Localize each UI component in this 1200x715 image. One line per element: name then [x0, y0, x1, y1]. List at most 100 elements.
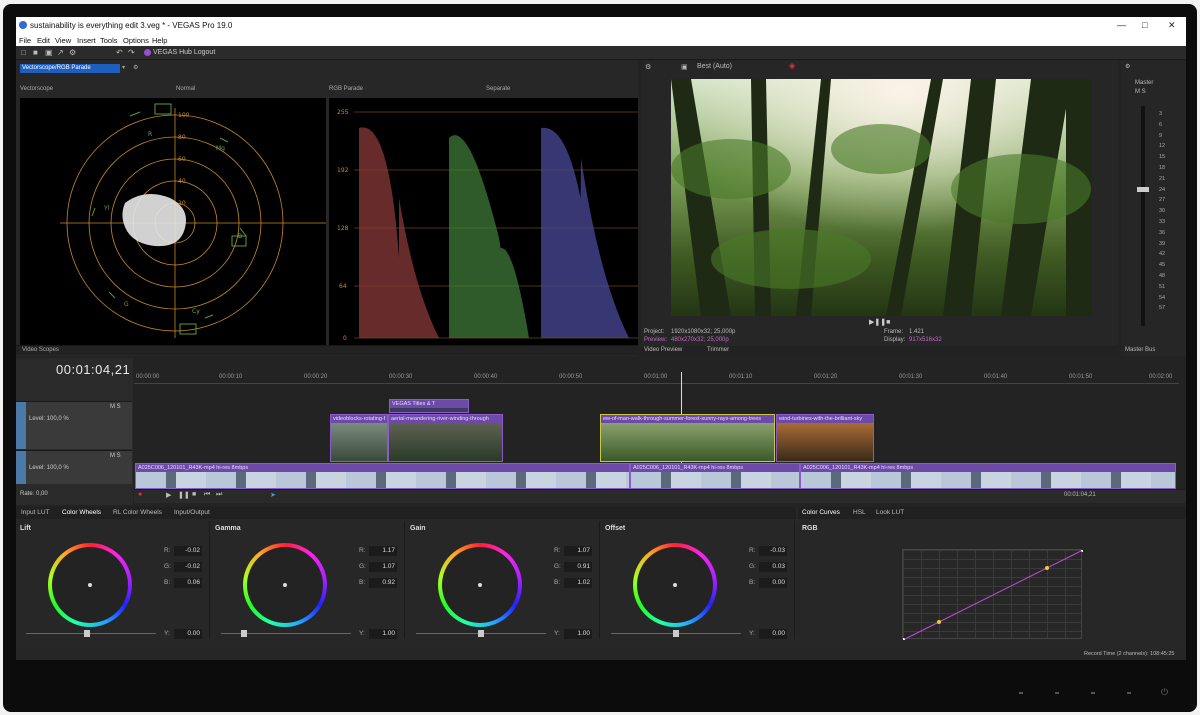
vegas-hub-logout-link[interactable]: VEGAS Hub Logout: [153, 49, 215, 56]
wheel-title: Offset: [605, 525, 626, 532]
curve-point[interactable]: [1081, 548, 1085, 552]
main-toolbar: □ ■ ▣ ↗ ⚙ ↶ ↷ VEGAS Hub Logout: [16, 46, 1186, 60]
menu-help[interactable]: Help: [152, 36, 167, 45]
scope-type-dropdown[interactable]: Vectorscope/RGB Parade: [20, 64, 120, 73]
menu-insert[interactable]: Insert: [77, 36, 96, 45]
master-fader-handle[interactable]: [1137, 187, 1149, 192]
y-value-field[interactable]: 1.00: [564, 629, 592, 639]
redo-icon[interactable]: ↷: [128, 48, 135, 57]
tab-input-lut[interactable]: Input LUT: [21, 509, 50, 516]
menu-options[interactable]: Options: [123, 36, 149, 45]
y-value-field[interactable]: 0.00: [759, 629, 787, 639]
r-value-field[interactable]: 1.17: [369, 546, 397, 556]
b-value-field[interactable]: 0.00: [759, 578, 787, 588]
curve-point[interactable]: [937, 620, 941, 624]
curve-point[interactable]: [1045, 566, 1049, 570]
offset-luma-slider[interactable]: [611, 630, 741, 637]
lift-luma-slider[interactable]: [26, 630, 156, 637]
master-bus-tab[interactable]: Master Bus: [1125, 347, 1155, 353]
render-icon[interactable]: ↗: [57, 48, 64, 57]
record-icon[interactable]: ●: [138, 491, 142, 498]
offset-color-wheel[interactable]: [633, 543, 717, 627]
r-value-field[interactable]: 1.07: [564, 546, 592, 556]
wheel-handle[interactable]: [283, 583, 287, 587]
tab-color-curves[interactable]: Color Curves: [802, 509, 840, 516]
go-to-start-icon[interactable]: ⏮: [204, 491, 210, 499]
gamma-color-wheel[interactable]: [243, 543, 327, 627]
g-value-field[interactable]: 0.03: [759, 562, 787, 572]
chevron-down-icon[interactable]: ▾: [122, 64, 125, 71]
timeline-clip[interactable]: ew-of-man-walk-through-summer-forest-sun…: [600, 414, 775, 462]
play-icon[interactable]: ▶❚❚■: [869, 318, 890, 326]
video-scopes-tab[interactable]: Video Scopes: [16, 345, 638, 355]
wheel-handle[interactable]: [88, 583, 92, 587]
gain-luma-slider[interactable]: [416, 630, 546, 637]
minimize-icon[interactable]: —: [1117, 20, 1126, 30]
tab-trimmer[interactable]: Trimmer: [707, 347, 729, 353]
go-to-end-icon[interactable]: ⏭: [216, 491, 222, 499]
b-value-field[interactable]: 0.06: [174, 578, 202, 588]
tab-look-lut[interactable]: Look LUT: [876, 509, 904, 516]
gain-color-wheel[interactable]: [438, 543, 522, 627]
menu-tools[interactable]: Tools: [100, 36, 118, 45]
menu-edit[interactable]: Edit: [37, 36, 50, 45]
parade-mode-dropdown[interactable]: Separate: [486, 86, 510, 92]
master-mute-solo[interactable]: M S: [1135, 89, 1146, 95]
pause-icon[interactable]: ❚❚: [178, 491, 190, 499]
undo-icon[interactable]: ↶: [116, 48, 123, 57]
timeline-ruler[interactable]: 00:00:00 00:00:10 00:00:20 00:00:30 00:0…: [134, 372, 1179, 384]
monitor-button: [1127, 692, 1131, 694]
wheel-handle[interactable]: [478, 583, 482, 587]
new-project-icon[interactable]: □: [21, 48, 26, 57]
track-mute-solo[interactable]: M S: [110, 404, 121, 410]
timeline-clip[interactable]: A025C006_120101_R43K-mp4 hi-res 8mbps: [800, 463, 1176, 489]
gear-icon[interactable]: ⚙: [645, 63, 651, 71]
b-value-field[interactable]: 0.92: [369, 578, 397, 588]
gamma-luma-slider[interactable]: [221, 630, 351, 637]
tab-hsl[interactable]: HSL: [853, 509, 866, 516]
y-value-field[interactable]: 1.00: [369, 629, 397, 639]
tab-rl-color-wheels[interactable]: RL Color Wheels: [113, 509, 162, 516]
record-icon[interactable]: ◉: [789, 62, 795, 70]
vectorscope-mode-dropdown[interactable]: Normal: [176, 86, 195, 92]
gear-icon[interactable]: ⚙: [1125, 63, 1130, 70]
menu-view[interactable]: View: [55, 36, 71, 45]
timeline-clip[interactable]: aerial-meandering-river-winding-through: [388, 414, 503, 462]
split-screen-icon[interactable]: ▣: [681, 63, 688, 71]
tab-color-wheels[interactable]: Color Wheels: [62, 509, 101, 516]
wheel-handle[interactable]: [673, 583, 677, 587]
track-mute-solo[interactable]: M S: [110, 453, 121, 459]
stop-icon[interactable]: ■: [192, 491, 196, 498]
gear-icon[interactable]: ⚙: [133, 64, 138, 71]
b-value-field[interactable]: 1.02: [564, 578, 592, 588]
preview-info: Project: 1920x1080x32; 25,000p Preview: …: [641, 328, 1118, 348]
maximize-icon[interactable]: □: [1142, 20, 1147, 30]
timeline-clip[interactable]: A025C006_120101_R43K-mp4 hi-res 8mbps: [135, 463, 630, 489]
g-value-field[interactable]: -0.02: [174, 562, 202, 572]
save-icon[interactable]: ▣: [45, 48, 53, 57]
play-icon[interactable]: ▶: [166, 491, 171, 499]
rgb-curve-editor[interactable]: [901, 548, 1085, 642]
close-icon[interactable]: ✕: [1168, 20, 1176, 31]
curve-point[interactable]: [901, 638, 905, 642]
r-value-field[interactable]: -0.03: [759, 546, 787, 556]
timeline-clip[interactable]: A025C006_120101_R43K-mp4 hi-res 8mbps: [630, 463, 800, 489]
timeline-clip[interactable]: wind-turbines-with-the-brilliant-sky: [776, 414, 874, 462]
y-value-field[interactable]: 0.00: [174, 629, 202, 639]
lift-color-wheel[interactable]: [48, 543, 132, 627]
preview-quality-dropdown[interactable]: Best (Auto): [697, 63, 732, 70]
menu-file[interactable]: File: [19, 36, 31, 45]
display-label: Display:: [884, 337, 906, 343]
g-value-field[interactable]: 1.07: [369, 562, 397, 572]
vegas-app-icon: [19, 21, 27, 29]
tab-input-output[interactable]: Input/Output: [174, 509, 210, 516]
g-value-field[interactable]: 0.91: [564, 562, 592, 572]
titles-clip[interactable]: VEGAS Titles & T: [389, 399, 469, 413]
settings-icon[interactable]: ⚙: [69, 48, 76, 57]
timeline-clip[interactable]: videoblocks-rotating-f: [330, 414, 388, 462]
master-label: Master: [1135, 80, 1154, 86]
r-value-field[interactable]: -0.02: [174, 546, 202, 556]
edit-tool-icon[interactable]: ➤: [270, 491, 276, 499]
tab-video-preview[interactable]: Video Preview: [644, 347, 682, 353]
open-icon[interactable]: ■: [33, 48, 38, 57]
